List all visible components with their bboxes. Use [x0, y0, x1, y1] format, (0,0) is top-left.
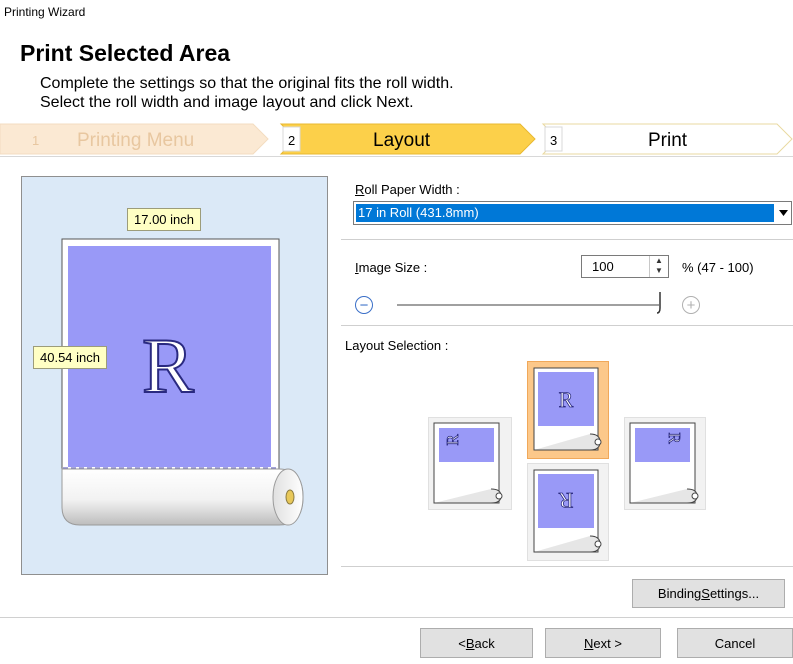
- image-size-value: 100: [592, 259, 614, 274]
- layout-preview-panel: R: [21, 176, 328, 575]
- layout-option-rotate-right[interactable]: R: [624, 417, 706, 510]
- spin-buttons[interactable]: ▲ ▼: [649, 256, 668, 277]
- layout-selection-label: Layout Selection :: [345, 338, 449, 353]
- height-callout-label: 40.54 inch: [40, 350, 100, 365]
- next-accesskey: N: [584, 635, 594, 651]
- image-size-spinbox[interactable]: 100 ▲ ▼: [581, 255, 669, 278]
- layout-glyph-rotate-180: R: [558, 488, 573, 513]
- preview-letter: R: [142, 322, 194, 409]
- step-3-number: 3: [550, 133, 557, 148]
- width-callout: 17.00 inch: [127, 208, 201, 231]
- binding-settings-button[interactable]: Binding Settings...: [632, 579, 785, 608]
- section-divider-2: [341, 325, 793, 326]
- layout-glyph-normal: R: [559, 387, 574, 412]
- next-button[interactable]: Next >: [545, 628, 661, 658]
- image-size-label-text: mage Size :: [358, 260, 428, 275]
- footer-divider: [0, 617, 793, 618]
- next-label-post: ext >: [593, 635, 622, 651]
- cancel-label: Cancel: [714, 635, 756, 651]
- chevron-down-icon[interactable]: [775, 202, 791, 224]
- step-3-label: Print: [648, 130, 688, 151]
- instruction-line-1: Complete the settings so that the origin…: [40, 75, 454, 92]
- wizard-steps: 1 Printing Menu 2 Layout 3 Print: [0, 123, 793, 155]
- image-size-slider-thumb[interactable]: [656, 292, 663, 314]
- page-title: Print Selected Area: [20, 40, 231, 66]
- zoom-in-icon[interactable]: +: [682, 296, 700, 314]
- binding-label-post: ettings...: [709, 586, 760, 601]
- binding-accesskey: S: [701, 586, 710, 601]
- spin-up-icon[interactable]: ▲: [650, 256, 668, 266]
- spin-down-icon[interactable]: ▼: [650, 266, 668, 276]
- roll-paper-width-label: Roll Paper Width :: [355, 182, 460, 197]
- instruction-line-2: Select the roll width and image layout a…: [40, 94, 414, 111]
- roll-paper-accesskey: R: [355, 182, 365, 197]
- cancel-button[interactable]: Cancel: [677, 628, 793, 658]
- image-size-slider-track[interactable]: [397, 304, 659, 306]
- image-size-range: % (47 - 100): [682, 260, 754, 275]
- roll-paper-width-value: 17 in Roll (431.8mm): [356, 204, 774, 222]
- height-callout: 40.54 inch: [33, 346, 107, 369]
- window-title: Printing Wizard: [4, 5, 86, 19]
- step-2-label: Layout: [373, 130, 431, 151]
- layout-option-normal[interactable]: R: [527, 361, 609, 459]
- layout-option-rotate-180[interactable]: R: [527, 463, 609, 561]
- zoom-out-icon[interactable]: −: [355, 296, 373, 314]
- roll-paper-label-text: oll Paper Width :: [364, 182, 460, 197]
- back-accesskey: B: [465, 635, 475, 651]
- image-size-label: Image Size :: [355, 260, 427, 275]
- back-button[interactable]: < Back: [420, 628, 533, 658]
- section-divider-1: [341, 239, 793, 240]
- binding-label-pre: Binding: [657, 586, 702, 601]
- header-divider: [0, 156, 793, 157]
- back-label-post: ack: [474, 635, 495, 651]
- roll-paper-width-dropdown[interactable]: 17 in Roll (431.8mm): [353, 201, 792, 225]
- section-divider-3: [341, 566, 793, 567]
- back-label-pre: <: [458, 635, 466, 651]
- step-1-number: 1: [32, 133, 39, 148]
- layout-glyph-rotate-left: R: [443, 434, 462, 446]
- step-1-label: Printing Menu: [77, 130, 194, 151]
- roll-preview-illustration: R: [61, 238, 304, 526]
- width-callout-label: 17.00 inch: [134, 212, 194, 227]
- layout-glyph-rotate-right: R: [665, 432, 684, 444]
- layout-option-rotate-left[interactable]: R: [428, 417, 512, 510]
- step-2-number: 2: [288, 133, 295, 148]
